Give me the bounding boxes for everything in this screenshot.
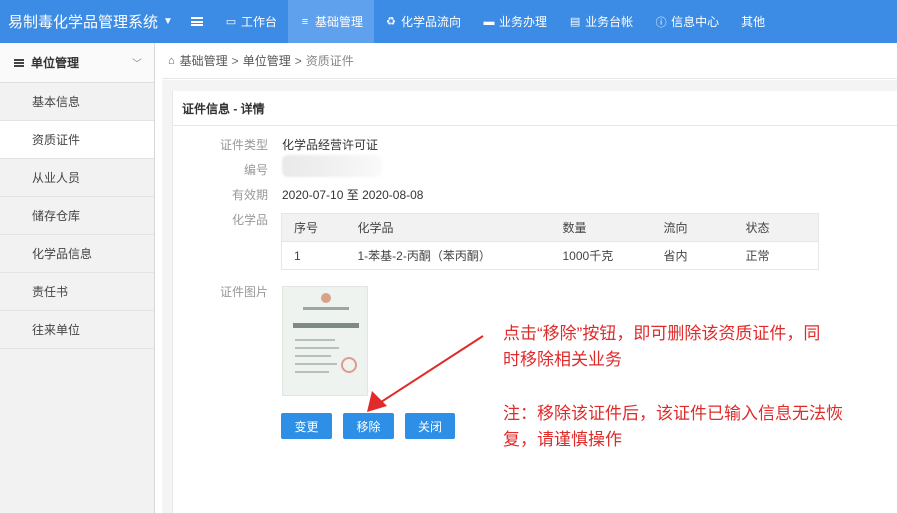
seal-icon xyxy=(341,357,357,373)
col-header-quantity: 数量 xyxy=(550,213,652,242)
cert-type-value: 化学品经营许可证 xyxy=(282,138,379,152)
nav-menu-toggle[interactable] xyxy=(180,0,214,43)
col-header-status: 状态 xyxy=(733,213,819,242)
breadcrumb: ⌂ 基础管理 > 单位管理 > 资质证件 xyxy=(162,43,897,79)
col-header-flow: 流向 xyxy=(651,213,734,242)
caret-down-icon: ▼ xyxy=(163,16,173,27)
breadcrumb-separator: > xyxy=(294,53,302,68)
cell-chemical: 1-苯基-2-丙酮（苯丙酮） xyxy=(345,241,551,270)
app-title: 易制毒化学品管理系统 xyxy=(8,14,159,31)
nav-business-ledger[interactable]: ▤ 业务台帐 xyxy=(558,0,644,43)
sidebar-header[interactable]: 单位管理 ﹀ xyxy=(0,43,154,83)
sidebar-item-staff[interactable]: 从业人员 xyxy=(0,159,154,197)
cell-status: 正常 xyxy=(733,241,819,270)
desktop-icon: ▭ xyxy=(225,16,237,28)
nav-business-handling[interactable]: ▬ 业务办理 xyxy=(472,0,558,43)
cert-number-label: 编号 xyxy=(243,163,268,177)
certificate-image[interactable] xyxy=(282,286,368,396)
cell-index: 1 xyxy=(281,241,346,270)
col-header-chemical: 化学品 xyxy=(345,213,551,242)
ledger-icon: ▤ xyxy=(569,16,581,28)
recycle-icon: ♻ xyxy=(386,16,396,28)
col-header-index: 序号 xyxy=(281,213,346,242)
nav-chemical-flow[interactable]: ♻ 化学品流向 xyxy=(374,0,472,43)
nav-info-center[interactable]: ⓘ 信息中心 xyxy=(644,0,730,43)
nav-workbench[interactable]: ▭ 工作台 xyxy=(214,0,288,43)
cell-flow: 省内 xyxy=(651,241,734,270)
chemicals-table: 序号 化学品 数量 流向 状态 1 1-苯基-2-丙酮（苯丙酮） 1000千克 … xyxy=(281,213,819,270)
table-row: 1 1-苯基-2-丙酮（苯丙酮） 1000千克 省内 正常 xyxy=(281,241,819,270)
annotation-text-line-1: 点击“移除”按钮，即可删除该资质证件，同 xyxy=(503,324,821,343)
remove-button[interactable]: 移除 xyxy=(343,413,394,439)
breadcrumb-separator: > xyxy=(231,53,239,68)
cert-image-label: 证件图片 xyxy=(219,285,268,299)
top-navbar: 易制毒化学品管理系统 ▼ ▭ 工作台 ≡ 基础管理 ♻ 化学品流向 ▬ 业务办理… xyxy=(0,0,897,43)
cell-quantity: 1000千克 xyxy=(550,241,652,270)
sidebar-item-basic-info[interactable]: 基本信息 xyxy=(0,83,154,121)
nav-basic-management[interactable]: ≡ 基础管理 xyxy=(288,0,375,43)
sidebar-item-responsibility[interactable]: 责任书 xyxy=(0,273,154,311)
change-button[interactable]: 变更 xyxy=(281,413,332,439)
validity-value: 2020-07-10 至 2020-08-08 xyxy=(282,188,424,202)
breadcrumb-unit-management[interactable]: 单位管理 xyxy=(243,52,291,69)
sidebar-item-chemical-info[interactable]: 化学品信息 xyxy=(0,235,154,273)
annotation-text-line-4: 复，请谨慎操作 xyxy=(503,430,622,449)
emblem-icon xyxy=(321,293,331,303)
main-nav: ▭ 工作台 ≡ 基础管理 ♻ 化学品流向 ▬ 业务办理 ▤ 业务台帐 ⓘ 信息中… xyxy=(180,0,776,43)
app-title-dropdown[interactable]: 易制毒化学品管理系统 ▼ xyxy=(0,0,180,43)
nav-other[interactable]: 其他 xyxy=(730,0,776,43)
sidebar-item-qualification[interactable]: 资质证件 xyxy=(0,121,154,159)
breadcrumb-basic-management[interactable]: 基础管理 xyxy=(180,52,228,69)
menu-icon xyxy=(191,17,203,26)
annotation-text-line-2: 时移除相关业务 xyxy=(503,350,622,369)
info-circle-icon: ⓘ xyxy=(655,16,667,29)
table-header-row: 序号 化学品 数量 流向 状态 xyxy=(281,213,819,242)
panel-title: 证件信息 - 详情 xyxy=(173,91,897,126)
sidebar: 单位管理 ﹀ 基本信息 资质证件 从业人员 储存仓库 化学品信息 责任书 往来单… xyxy=(0,43,155,513)
sidebar-item-warehouse[interactable]: 储存仓库 xyxy=(0,197,154,235)
annotation-text-line-3: 注：移除该证件后，该证件已输入信息无法恢 xyxy=(503,404,843,423)
close-button[interactable]: 关闭 xyxy=(405,413,455,439)
cert-type-label: 证件类型 xyxy=(219,138,268,152)
cert-number-redacted xyxy=(282,155,382,177)
chevron-down-icon: ﹀ xyxy=(132,59,142,70)
sidebar-item-partners[interactable]: 往来单位 xyxy=(0,311,154,349)
validity-label: 有效期 xyxy=(231,188,268,202)
list-icon: ≡ xyxy=(301,15,309,28)
chemicals-label: 化学品 xyxy=(231,213,268,227)
breadcrumb-current: 资质证件 xyxy=(305,54,354,68)
briefcase-icon: ▬ xyxy=(483,15,495,28)
menu-icon xyxy=(14,58,24,67)
home-icon[interactable]: ⌂ xyxy=(168,55,175,67)
